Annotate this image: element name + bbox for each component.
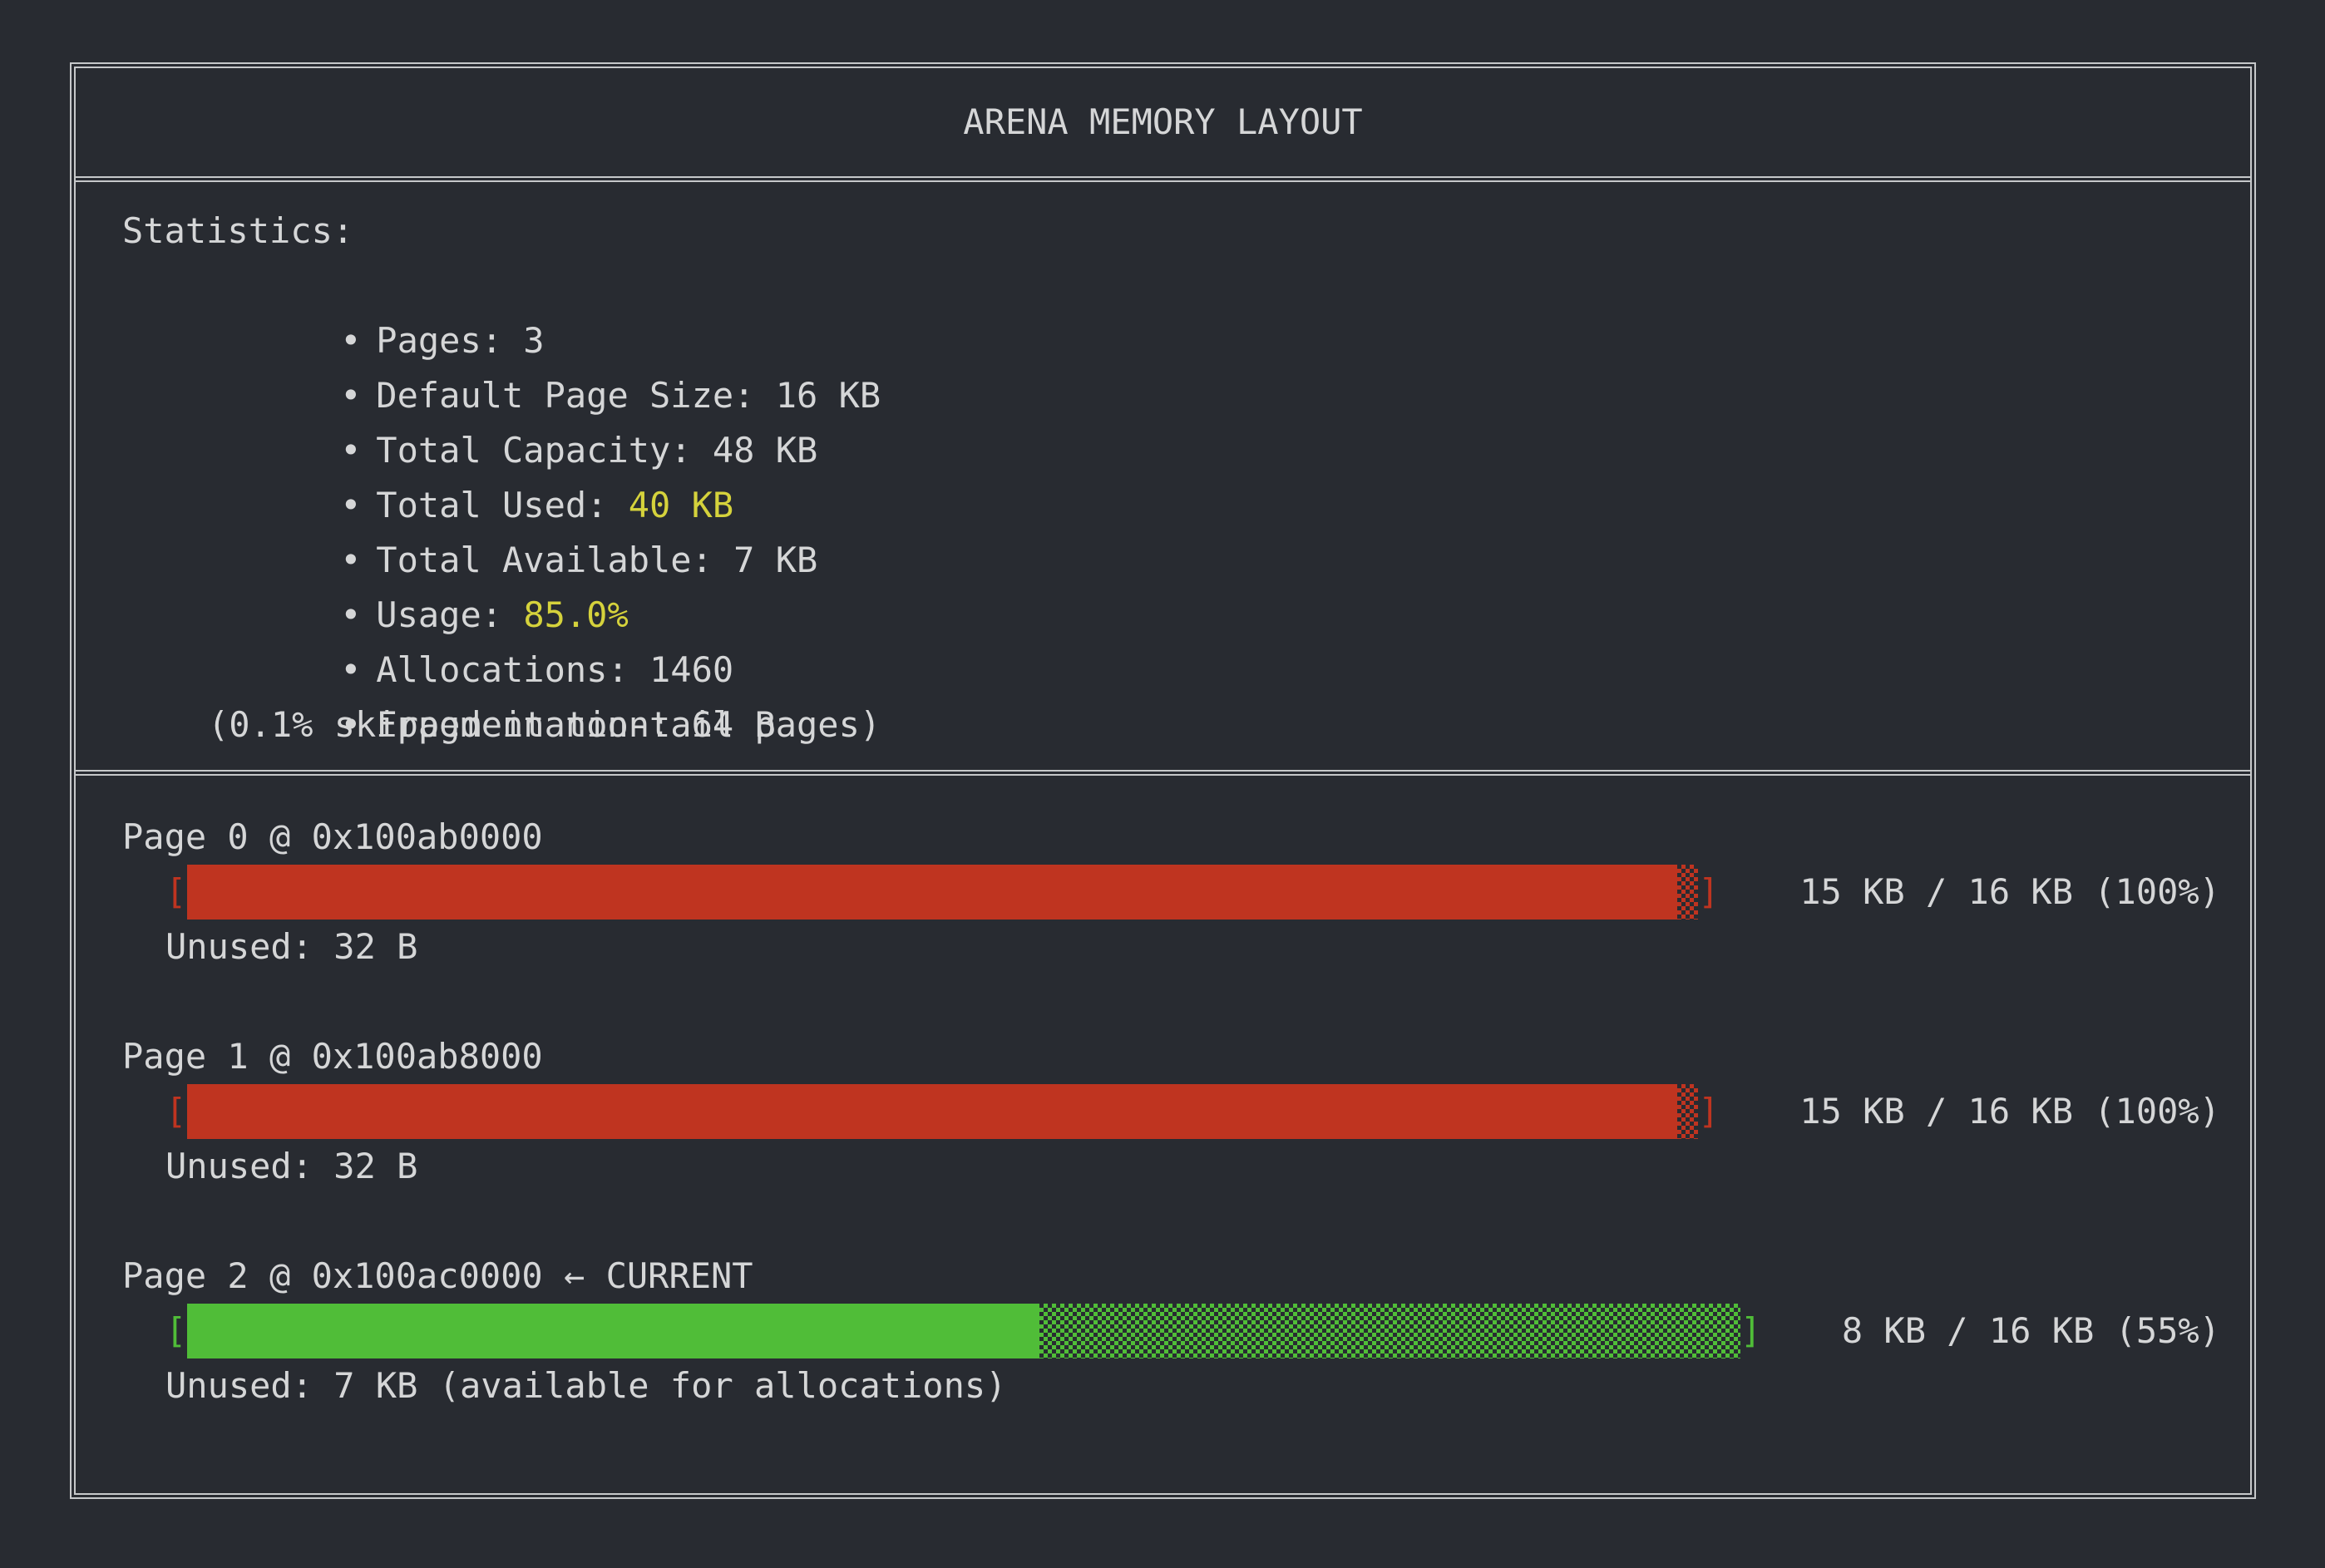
bullet-icon: • <box>340 533 376 588</box>
stat-text: Usage: <box>376 594 523 635</box>
page-unused: Unused: 32 B <box>122 920 2220 974</box>
bar-open-bracket: [ <box>165 1084 187 1139</box>
page-unused: Unused: 32 B <box>122 1139 2220 1194</box>
bar-fill <box>187 1304 1039 1358</box>
bar-open-bracket: [ <box>165 865 187 920</box>
stat-highlight: 40 KB <box>629 485 733 525</box>
page-header: Page 1 @ 0x100ab8000 <box>122 1029 2220 1084</box>
bar-open-bracket: [ <box>165 1304 187 1358</box>
bullet-icon: • <box>340 423 376 478</box>
page-block-0: Page 0 @ 0x100ab0000 [ ] 15 KB / 16 KB (… <box>122 810 2220 974</box>
bar-fill <box>187 865 1677 920</box>
stat-highlight: 85.0% <box>523 594 628 635</box>
pages-section: Page 0 @ 0x100ab0000 [ ] 15 KB / 16 KB (… <box>76 776 2250 1493</box>
bar-fill <box>187 1084 1677 1139</box>
page-block-1: Page 1 @ 0x100ab8000 [ ] 15 KB / 16 KB (… <box>122 1029 2220 1194</box>
bar-usage-label: 15 KB / 16 KB (100%) <box>1799 1084 2220 1139</box>
stat-text: Pages: 3 <box>376 320 544 361</box>
stat-text: Default Page Size: 16 KB <box>376 375 881 416</box>
page-header: Page 0 @ 0x100ab0000 <box>122 810 2220 865</box>
page-block-2: Page 2 @ 0x100ac0000 ← CURRENT [ ] 8 KB … <box>122 1249 2220 1413</box>
bar-close-bracket: ] <box>1740 1304 1762 1358</box>
bar-track <box>187 1084 1698 1139</box>
arena-memory-panel: ARENA MEMORY LAYOUT Statistics: •Pages: … <box>70 62 2256 1499</box>
bar-usage-label: 8 KB / 16 KB (55%) <box>1842 1304 2220 1358</box>
bar-track <box>187 865 1698 920</box>
bar-unused-dither <box>1677 1084 1698 1139</box>
bar-unused-dither <box>1677 865 1698 920</box>
bullet-icon: • <box>340 368 376 423</box>
stat-text: Total Used: <box>376 485 628 525</box>
fragmentation-note: (0.1% skipped in non-tail pages) <box>122 698 2217 752</box>
bullet-icon: • <box>340 643 376 698</box>
bar-track <box>187 1304 1740 1358</box>
stat-item-pages: •Pages: 3 <box>122 259 2217 313</box>
stat-text: Total Available: 7 KB <box>376 540 817 580</box>
statistics-heading: Statistics: <box>122 204 2217 259</box>
bar-usage-label: 15 KB / 16 KB (100%) <box>1799 865 2220 920</box>
page-header: Page 2 @ 0x100ac0000 ← CURRENT <box>122 1249 2220 1304</box>
bar-close-bracket: ] <box>1698 1084 1720 1139</box>
stat-text: Allocations: 1460 <box>376 649 733 690</box>
bullet-icon: • <box>340 478 376 533</box>
statistics-section: Statistics: •Pages: 3 •Default Page Size… <box>76 182 2250 776</box>
memory-usage-bar: [ ] 15 KB / 16 KB (100%) <box>122 1084 2220 1139</box>
stat-text: Total Capacity: 48 KB <box>376 430 817 471</box>
bullet-icon: • <box>340 588 376 643</box>
bullet-icon: • <box>340 313 376 368</box>
terminal-screen: ARENA MEMORY LAYOUT Statistics: •Pages: … <box>0 0 2325 1568</box>
panel-header: ARENA MEMORY LAYOUT <box>76 68 2250 182</box>
memory-usage-bar: [ ] 15 KB / 16 KB (100%) <box>122 865 2220 920</box>
panel-title: ARENA MEMORY LAYOUT <box>963 95 1362 150</box>
bar-close-bracket: ] <box>1698 865 1720 920</box>
bar-unused-dither <box>1039 1304 1740 1358</box>
page-unused: Unused: 7 KB (available for allocations) <box>122 1358 2220 1413</box>
memory-usage-bar: [ ] 8 KB / 16 KB (55%) <box>122 1304 2220 1358</box>
